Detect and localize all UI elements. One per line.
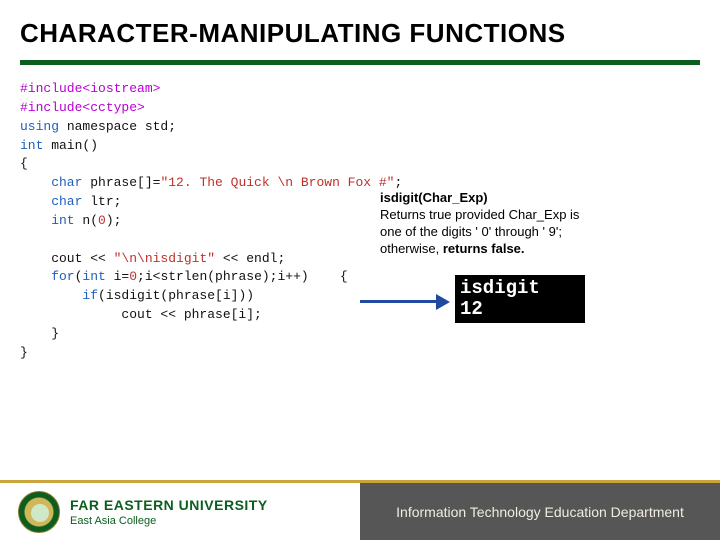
university-name: FAR EASTERN UNIVERSITY xyxy=(70,497,268,513)
code-token: ltr; xyxy=(82,194,121,209)
code-token: ); xyxy=(106,213,122,228)
title-rule xyxy=(20,60,700,65)
code-token: <iostream> xyxy=(82,81,160,96)
footer-right: Information Technology Education Departm… xyxy=(360,483,720,540)
code-token: char xyxy=(20,194,82,209)
output-line: isdigit xyxy=(460,278,580,299)
description-text: otherwise, xyxy=(380,241,443,256)
code-token: "12. The Quick \n Brown Fox #" xyxy=(160,175,394,190)
code-token: << endl; xyxy=(215,251,285,266)
code-token: for xyxy=(20,269,75,284)
code-token: #include xyxy=(20,81,82,96)
code-token: n( xyxy=(75,213,98,228)
code-token: int xyxy=(82,269,105,284)
code-token: namespace std; xyxy=(59,119,176,134)
code-token: <cctype> xyxy=(82,100,144,115)
college-name: East Asia College xyxy=(70,515,268,527)
university-seal-icon xyxy=(18,491,60,533)
code-token: 0 xyxy=(129,269,137,284)
code-token: } xyxy=(20,326,59,341)
code-token: (isdigit(phrase[i])) xyxy=(98,288,254,303)
code-token: main() xyxy=(43,138,98,153)
output-line: 12 xyxy=(460,299,580,320)
description-line: otherwise, returns false. xyxy=(380,241,680,258)
code-token: i= xyxy=(106,269,129,284)
function-signature: isdigit(Char_Exp) xyxy=(380,190,680,207)
department-name: Information Technology Education Departm… xyxy=(396,504,684,520)
code-token: } xyxy=(20,345,28,360)
code-token: ; xyxy=(394,175,402,190)
footer: FAR EASTERN UNIVERSITY East Asia College… xyxy=(0,480,720,540)
code-block: #include<iostream> #include<cctype> usin… xyxy=(20,80,402,363)
code-token: "\n\nisdigit" xyxy=(114,251,215,266)
console-output: isdigit 12 xyxy=(455,275,585,323)
code-token: cout << phrase[i]; xyxy=(20,307,262,322)
description-bold: returns false. xyxy=(443,241,525,256)
code-token: if xyxy=(20,288,98,303)
arrow-icon xyxy=(360,292,450,312)
code-token: int xyxy=(20,138,43,153)
code-token: cout << xyxy=(20,251,114,266)
code-token: using xyxy=(20,119,59,134)
footer-left: FAR EASTERN UNIVERSITY East Asia College xyxy=(0,483,360,540)
code-token: ;i<strlen(phrase);i++) { xyxy=(137,269,348,284)
code-blank xyxy=(20,232,28,247)
page-title: CHARACTER-MANIPULATING FUNCTIONS xyxy=(20,18,566,49)
code-token: { xyxy=(20,156,28,171)
code-token: phrase[]= xyxy=(82,175,160,190)
code-token: 0 xyxy=(98,213,106,228)
description-line: one of the digits ' 0' through ' 9'; xyxy=(380,224,680,241)
code-token: #include xyxy=(20,100,82,115)
code-token: int xyxy=(20,213,75,228)
description-line: Returns true provided Char_Exp is xyxy=(380,207,680,224)
description-box: isdigit(Char_Exp) Returns true provided … xyxy=(380,190,680,258)
code-token: char xyxy=(20,175,82,190)
